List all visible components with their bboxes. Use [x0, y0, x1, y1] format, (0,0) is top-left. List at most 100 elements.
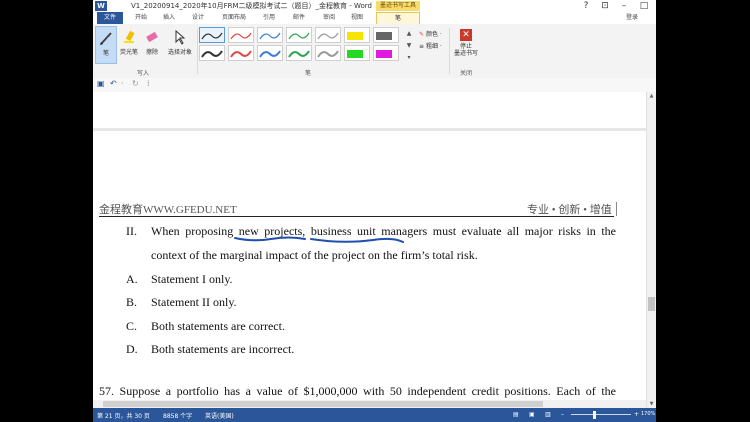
- tab-references[interactable]: 引用: [259, 12, 279, 24]
- ribbon-display-button[interactable]: ⊡: [596, 0, 614, 12]
- gallery-down-icon[interactable]: ▼: [405, 40, 413, 52]
- select-arrow-icon: [175, 29, 186, 45]
- quick-access-toolbar: ▣ ↶ · ↻ ⁞: [93, 78, 656, 93]
- word-count[interactable]: 8858 个字: [163, 411, 192, 420]
- pen-swatch[interactable]: [315, 27, 341, 43]
- window-title: V1_20200914_2020年10月FRM二级模拟考试二（题目）_金程教育 …: [131, 2, 372, 10]
- tab-file[interactable]: 文件: [97, 12, 123, 24]
- horizontal-scroll-thumb[interactable]: [103, 401, 543, 407]
- save-icon[interactable]: ▣: [97, 79, 105, 88]
- tab-page-layout[interactable]: 页面布局: [217, 12, 251, 24]
- close-x-icon: ✕: [460, 29, 472, 41]
- zoom-slider-thumb[interactable]: [593, 411, 596, 419]
- tab-design[interactable]: 设计: [188, 12, 208, 24]
- pen-swatch[interactable]: [257, 27, 283, 43]
- read-mode-icon[interactable]: ▤: [513, 411, 519, 418]
- pen-swatch[interactable]: [228, 27, 254, 43]
- pen-stroke-icon: [317, 50, 339, 58]
- page-break: [93, 128, 646, 131]
- scroll-up-icon[interactable]: ▲: [647, 92, 656, 100]
- pen-swatch[interactable]: [286, 27, 312, 43]
- pen-thickness-button[interactable]: ≡ 粗细 ·: [419, 41, 442, 50]
- eraser-button[interactable]: 擦除: [141, 26, 163, 64]
- customize-icon[interactable]: ⁞: [147, 79, 150, 88]
- redo-icon[interactable]: ↻: [132, 79, 139, 88]
- pen-swatch[interactable]: [373, 27, 399, 43]
- tab-pen[interactable]: 笔: [376, 12, 420, 24]
- highlighter-button[interactable]: 荧光笔: [118, 26, 140, 64]
- header-rule: [99, 216, 614, 217]
- undo-dropdown-icon[interactable]: ·: [121, 79, 124, 88]
- sign-in-link[interactable]: 登录: [626, 12, 638, 24]
- pen-stroke-icon: [317, 32, 339, 40]
- pen-button[interactable]: 笔: [95, 26, 117, 64]
- stop-inking-label: 停止 墨迹书写: [453, 43, 478, 57]
- word-app-icon[interactable]: W: [95, 1, 107, 11]
- option-b-letter: B.: [126, 295, 138, 309]
- tab-view[interactable]: 视图: [347, 12, 367, 24]
- pen-stroke-icon: [201, 32, 223, 40]
- ribbon-separator: [449, 28, 450, 74]
- horizontal-scrollbar[interactable]: [93, 400, 646, 408]
- tab-home[interactable]: 开始: [131, 12, 151, 24]
- option-c-text: Both statements are correct.: [151, 319, 285, 333]
- gallery-more-icon[interactable]: ▾: [405, 52, 413, 64]
- pen-swatch[interactable]: [315, 45, 341, 61]
- document-area[interactable]: 金程教育WWW.GFEDU.NET 专业 • 创新 • 增值 II. When …: [93, 92, 646, 408]
- highlighter-icon: [124, 30, 135, 43]
- word-window: W V1_20200914_2020年10月FRM二级模拟考试二（题目）_金程教…: [93, 0, 656, 422]
- pen-swatch[interactable]: [286, 45, 312, 61]
- gallery-up-icon[interactable]: ▲: [405, 28, 413, 40]
- statement-line-1: When proposing new projects, business un…: [151, 224, 616, 238]
- thickness-icon: ≡: [419, 43, 425, 50]
- pen-swatch[interactable]: [199, 27, 225, 43]
- pen-swatch[interactable]: [199, 45, 225, 61]
- statement-numeral: II.: [126, 224, 137, 238]
- stop-inking-button[interactable]: ✕ 停止 墨迹书写: [453, 26, 479, 57]
- zoom-out-button[interactable]: –: [561, 411, 564, 418]
- tab-review[interactable]: 审阅: [319, 12, 339, 24]
- page-count[interactable]: 第 21 页，共 30 页: [97, 411, 150, 420]
- ribbon-tabs: 文件 开始 插入 设计 页面布局 引用 邮件 审阅 视图 笔 登录: [93, 12, 656, 24]
- zoom-slider[interactable]: [571, 414, 631, 415]
- zoom-level[interactable]: 170%: [641, 411, 655, 417]
- maximize-button[interactable]: □: [635, 0, 653, 12]
- help-button[interactable]: ?: [577, 0, 595, 12]
- margin-marker: [616, 202, 617, 216]
- pen-stroke-icon: [376, 50, 392, 58]
- color-icon: ✎: [419, 31, 425, 38]
- print-layout-icon[interactable]: ▣: [529, 411, 535, 418]
- pen-color-label: 颜色 ·: [425, 31, 442, 38]
- pen-swatch[interactable]: [344, 27, 370, 43]
- minimize-button[interactable]: –: [615, 0, 633, 12]
- select-objects-button[interactable]: 选择对象: [165, 26, 195, 64]
- write-group-label: 写入: [136, 70, 149, 77]
- highlighter-button-label: 荧光笔: [119, 49, 138, 56]
- pen-gallery: [199, 27, 407, 63]
- pen-color-button[interactable]: ✎ 颜色 ·: [419, 29, 442, 38]
- undo-icon[interactable]: ↶: [110, 79, 117, 88]
- scroll-down-icon[interactable]: ▼: [647, 400, 656, 408]
- select-objects-label: 选择对象: [167, 49, 192, 56]
- option-b-text: Statement II only.: [151, 295, 237, 309]
- language-indicator[interactable]: 英语(美国): [205, 411, 234, 420]
- pen-icon: [100, 32, 112, 45]
- tab-mailings[interactable]: 邮件: [289, 12, 309, 24]
- pen-swatch[interactable]: [257, 45, 283, 61]
- pen-thickness-label: 粗细 ·: [425, 43, 442, 50]
- vertical-scrollbar[interactable]: ▲ ▼: [646, 92, 656, 408]
- pen-swatch[interactable]: [344, 45, 370, 61]
- close-group-label: 关闭: [459, 70, 472, 77]
- pen-stroke-icon: [230, 50, 252, 58]
- page-header-left: 金程教育WWW.GFEDU.NET: [99, 204, 237, 216]
- vertical-scroll-thumb[interactable]: [648, 297, 655, 311]
- zoom-in-button[interactable]: +: [634, 411, 639, 418]
- web-layout-icon[interactable]: ▥: [545, 411, 551, 418]
- option-d-text: Both statements are incorrect.: [151, 342, 295, 356]
- pen-swatch[interactable]: [373, 45, 399, 61]
- question-57-line: 57. Suppose a portfolio has a value of $…: [99, 384, 616, 398]
- tab-insert[interactable]: 插入: [159, 12, 179, 24]
- option-c-letter: C.: [126, 319, 138, 333]
- pen-stroke-icon: [230, 32, 252, 40]
- pen-swatch[interactable]: [228, 45, 254, 61]
